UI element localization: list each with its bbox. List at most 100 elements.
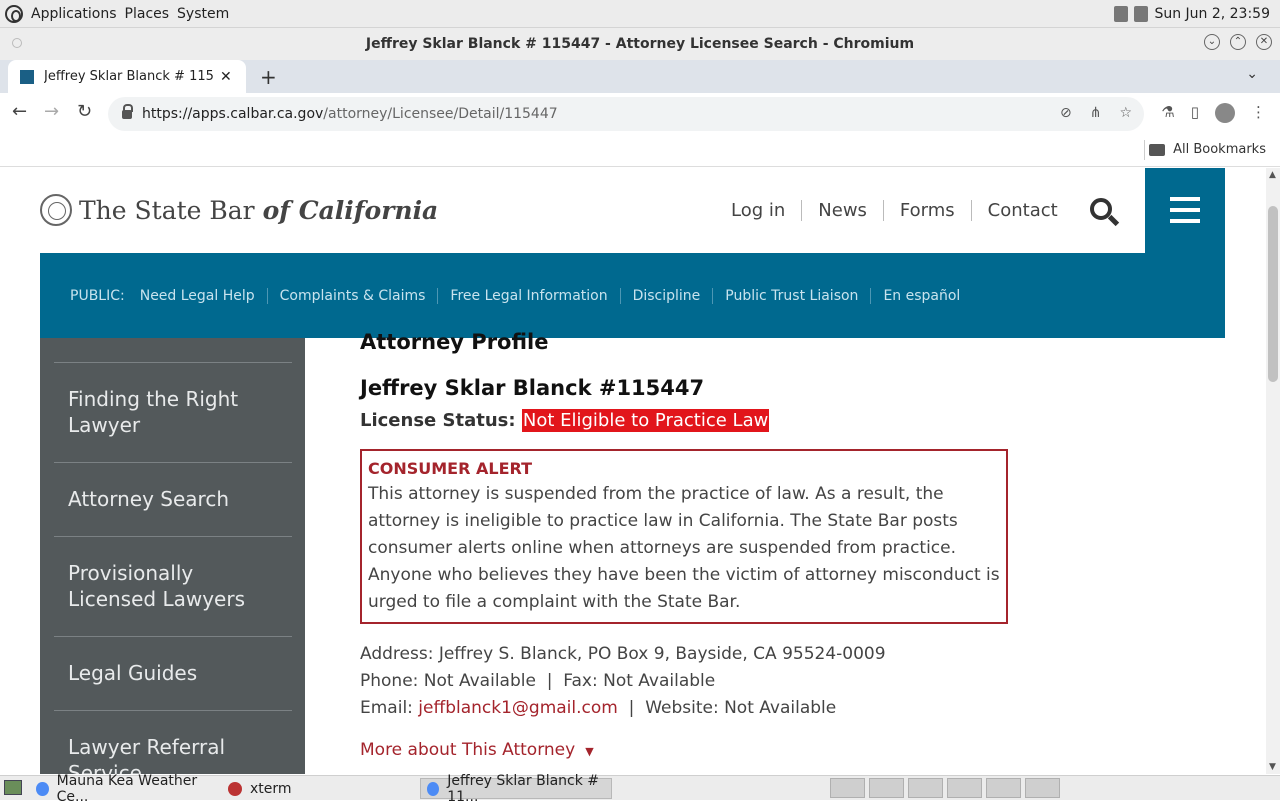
address-bar[interactable]: https://apps.calbar.ca.gov/attorney/Lice…	[108, 97, 1144, 131]
maximize-icon[interactable]: ⌃	[1230, 34, 1246, 50]
tray-app-icon[interactable]	[830, 778, 865, 798]
email-website: Email: jeffblanck1@gmail.com | Website: …	[360, 698, 837, 718]
star-icon[interactable]: ☆	[1119, 105, 1132, 121]
section-heading: Attorney Profile	[360, 330, 549, 354]
nav-forms[interactable]: Forms	[882, 200, 971, 221]
license-status: License Status: Not Eligible to Practice…	[360, 409, 770, 432]
tab-close-icon[interactable]: ✕	[220, 69, 232, 85]
web-page: The State Bar of California Log in News …	[0, 168, 1266, 774]
attorney-name: Jeffrey Sklar Blanck #115447	[360, 376, 705, 400]
menu-places[interactable]: Places	[125, 6, 170, 22]
share-icon[interactable]: ⋔	[1090, 105, 1102, 121]
scroll-up-icon[interactable]: ▲	[1269, 170, 1276, 180]
browser-toolbar: ← → ↻ https://apps.calbar.ca.gov/attorne…	[0, 93, 1280, 134]
tray-sheet-icon[interactable]	[986, 778, 1021, 798]
email-link[interactable]: jeffblanck1@gmail.com	[418, 698, 618, 718]
window-menu-icon[interactable]	[12, 38, 22, 48]
all-bookmarks-button[interactable]: All Bookmarks	[1149, 142, 1266, 157]
scroll-down-icon[interactable]: ▼	[1269, 762, 1276, 772]
sidebar-item-attorney-search[interactable]: Attorney Search	[54, 486, 292, 537]
page-scrollbar[interactable]: ▲ ▼	[1266, 168, 1280, 774]
xterm-icon	[228, 781, 242, 796]
license-status-label: License Status:	[360, 410, 516, 431]
sidebar-item-legal-guides[interactable]: Legal Guides	[54, 660, 292, 711]
sidebar-item-provisional[interactable]: Provisionally Licensed Lawyers	[54, 560, 292, 637]
gnome-logo-icon[interactable]	[5, 4, 23, 23]
sidebar-item-lrs[interactable]: Lawyer Referral Service	[54, 734, 292, 774]
all-bookmarks-label: All Bookmarks	[1173, 142, 1266, 157]
nav-news[interactable]: News	[801, 200, 883, 221]
folder-icon	[1149, 143, 1166, 156]
sidebar: Finding the Right Lawyer Attorney Search…	[40, 338, 305, 774]
tab-attorney-profile[interactable]: Jeffrey Sklar Blanck # 115447 ✕	[8, 60, 246, 93]
tray-sheet-icon[interactable]	[947, 778, 982, 798]
close-icon[interactable]: ✕	[1256, 34, 1272, 50]
forward-icon[interactable]: →	[44, 101, 59, 122]
volume-icon[interactable]	[1114, 6, 1129, 22]
tab-title: Jeffrey Sklar Blanck # 115447	[44, 69, 214, 84]
url-text[interactable]: https://apps.calbar.ca.gov/attorney/Lice…	[142, 106, 558, 122]
new-tab-icon[interactable]: +	[260, 65, 277, 89]
side-panel-icon[interactable]: ▯	[1191, 103, 1199, 123]
consumer-alert-title: CONSUMER ALERT	[368, 459, 533, 478]
consumer-alert: CONSUMER ALERT This attorney is suspende…	[360, 449, 1008, 624]
caret-down-icon: ▼	[585, 745, 594, 758]
task-xterm[interactable]: xterm	[228, 778, 398, 799]
lock-icon[interactable]	[122, 103, 133, 119]
public-links-bar: PUBLIC: Need Legal Help Complaints & Cla…	[40, 253, 1225, 338]
tray-app-icon[interactable]	[869, 778, 904, 798]
task-mauna-kea[interactable]: Mauna Kea Weather Ce...	[36, 773, 216, 805]
bookmarks-bar: All Bookmarks	[0, 134, 1280, 167]
public-link-free-legal-info[interactable]: Free Legal Information	[437, 287, 619, 304]
public-link-need-legal-help[interactable]: Need Legal Help	[140, 288, 267, 304]
top-panel: Applications Places System Sun Jun 2, 23…	[0, 0, 1280, 28]
tray-network-icon[interactable]	[1025, 778, 1060, 798]
tab-search-icon[interactable]: ⌄	[1246, 66, 1258, 82]
consumer-alert-text: This attorney is suspended from the prac…	[368, 484, 1000, 612]
bottom-taskbar: Mauna Kea Weather Ce... xterm Jeffrey Sk…	[0, 773, 1280, 805]
website: Website: Not Available	[645, 698, 837, 718]
window-titlebar: Jeffrey Sklar Blanck # 115447 - Attorney…	[0, 28, 1280, 60]
address: Address: Jeffrey S. Blanck, PO Box 9, Ba…	[360, 644, 886, 664]
sidebar-divider	[54, 362, 292, 363]
clock[interactable]: Sun Jun 2, 23:59	[1154, 6, 1270, 22]
minimize-icon[interactable]: ⌄	[1204, 34, 1220, 50]
chromium-icon	[36, 781, 49, 796]
menu-applications[interactable]: Applications	[31, 6, 117, 22]
show-desktop-icon[interactable]	[4, 780, 22, 795]
calbar-favicon-icon	[20, 69, 34, 84]
fax: Fax: Not Available	[563, 671, 716, 691]
profile-avatar-icon[interactable]	[1215, 103, 1235, 123]
eye-slash-icon[interactable]: ⊘	[1060, 105, 1072, 121]
bookmarks-divider	[1144, 140, 1145, 160]
tab-strip: Jeffrey Sklar Blanck # 115447 ✕ + ⌄	[0, 60, 1280, 93]
back-icon[interactable]: ←	[12, 101, 27, 122]
nav-contact[interactable]: Contact	[970, 200, 1074, 221]
reload-icon[interactable]: ↻	[77, 101, 92, 122]
state-bar-seal-icon	[40, 194, 72, 226]
network-icon[interactable]	[1134, 6, 1149, 22]
kebab-menu-icon[interactable]: ⋮	[1251, 103, 1266, 123]
tray-chromium-icon[interactable]	[908, 778, 943, 798]
task-chromium-active[interactable]: Jeffrey Sklar Blanck # 11...	[420, 773, 612, 805]
scrollbar-thumb[interactable]	[1268, 206, 1278, 382]
more-about-attorney-toggle[interactable]: More about This Attorney ▼	[360, 740, 594, 760]
public-link-complaints[interactable]: Complaints & Claims	[266, 287, 438, 304]
system-tray	[830, 778, 1060, 798]
nav-log-in[interactable]: Log in	[715, 200, 801, 221]
menu-system[interactable]: System	[177, 6, 229, 22]
window-title: Jeffrey Sklar Blanck # 115447 - Attorney…	[365, 36, 915, 52]
hamburger-menu-icon[interactable]	[1145, 168, 1225, 253]
phone-fax: Phone: Not Available | Fax: Not Availabl…	[360, 671, 716, 691]
site-logo[interactable]: The State Bar of California	[40, 194, 438, 226]
public-link-discipline[interactable]: Discipline	[619, 287, 713, 304]
labs-icon[interactable]: ⚗	[1161, 103, 1174, 123]
sidebar-item-finding-lawyer[interactable]: Finding the Right Lawyer	[54, 386, 292, 463]
site-name: The State Bar of California	[79, 195, 439, 225]
search-icon[interactable]	[1088, 196, 1120, 228]
chromium-icon	[427, 781, 440, 796]
public-link-espanol[interactable]: En español	[870, 287, 972, 304]
public-link-trust-liaison[interactable]: Public Trust Liaison	[712, 287, 870, 304]
public-label: PUBLIC:	[70, 287, 125, 304]
top-nav: Log in News Forms Contact	[715, 200, 1074, 221]
